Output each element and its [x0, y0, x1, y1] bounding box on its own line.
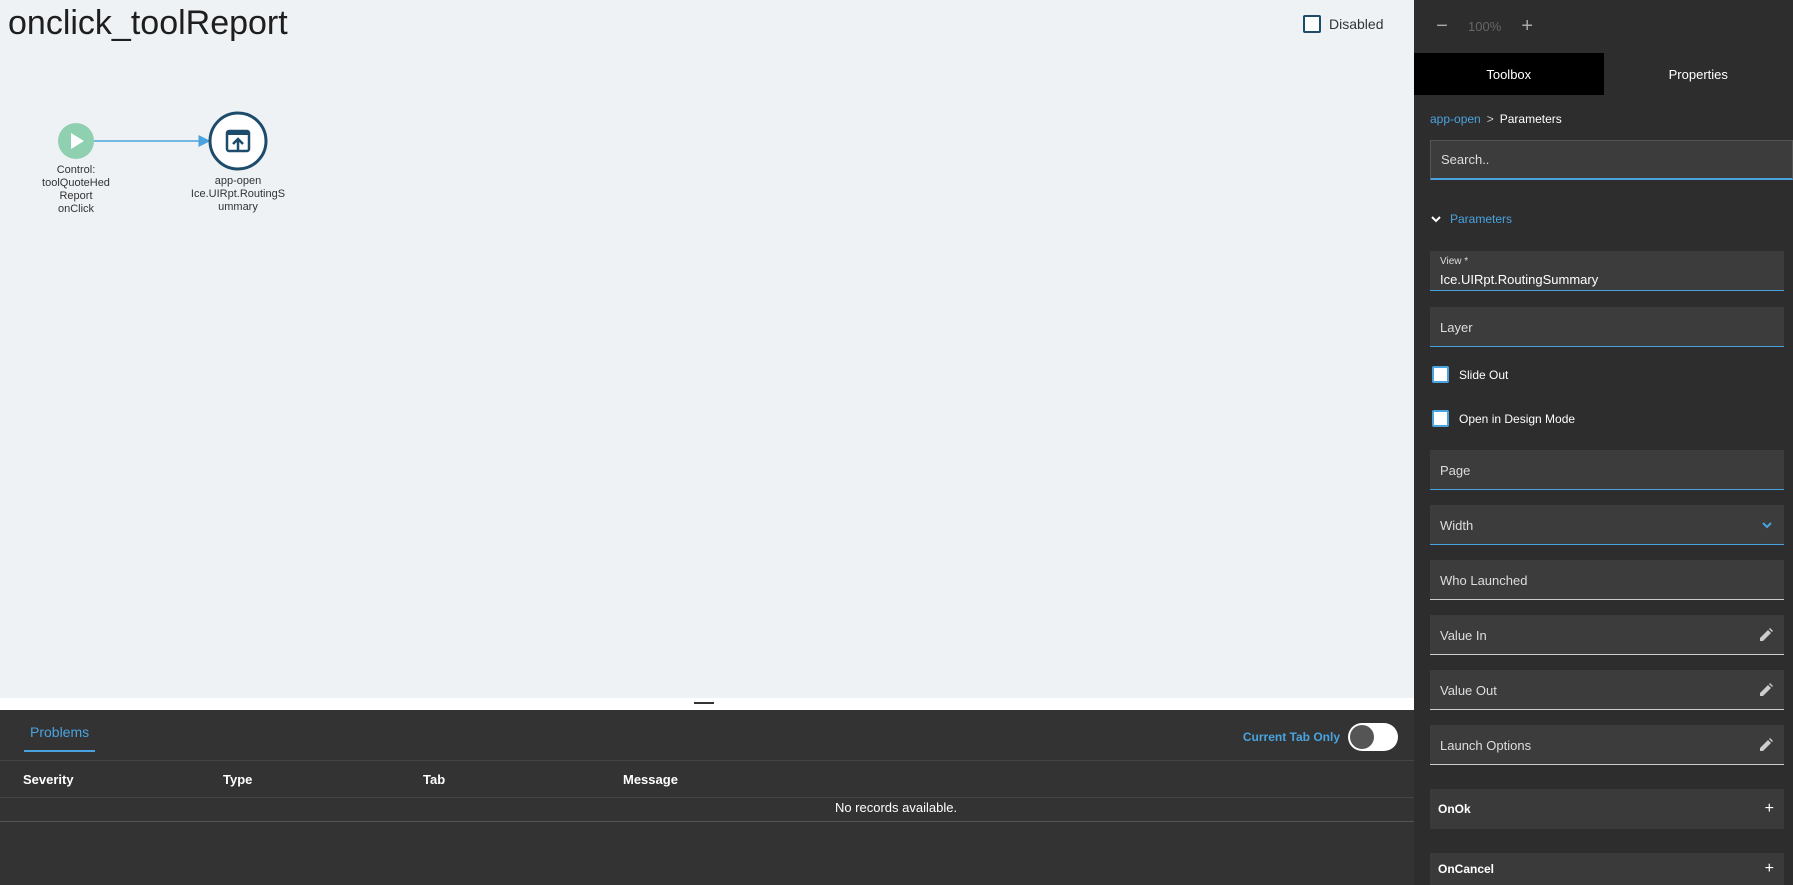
- start-node-label: Control: toolQuoteHed Report onClick: [36, 164, 116, 216]
- breadcrumb: app-open > Parameters: [1430, 112, 1562, 126]
- flow-canvas[interactable]: onclick_toolReport Disabled Control: too…: [0, 0, 1414, 698]
- who-launched-field[interactable]: Who Launched: [1430, 560, 1784, 600]
- disabled-checkbox-box[interactable]: [1303, 15, 1321, 33]
- page-field[interactable]: Page: [1430, 450, 1784, 490]
- right-panel: − 100% + Toolbox Properties app-open > P…: [1414, 0, 1793, 885]
- add-on-ok-button[interactable]: +: [1765, 800, 1774, 818]
- tab-toolbox[interactable]: Toolbox: [1414, 53, 1604, 95]
- current-tab-only-toggle[interactable]: [1348, 723, 1398, 751]
- column-header-tab[interactable]: Tab: [423, 772, 445, 787]
- column-header-message[interactable]: Message: [623, 772, 678, 787]
- design-mode-label: Open in Design Mode: [1459, 411, 1576, 426]
- width-select-label: Width: [1440, 518, 1474, 533]
- column-header-type[interactable]: Type: [223, 772, 252, 787]
- app-open-node-label-line: app-open: [214, 175, 262, 187]
- tab-properties[interactable]: Properties: [1603, 53, 1793, 95]
- app-open-node[interactable]: [208, 111, 268, 171]
- panel-tabs: Toolbox Properties: [1414, 53, 1793, 95]
- column-header-severity[interactable]: Severity: [23, 772, 74, 787]
- width-select[interactable]: Width: [1430, 505, 1784, 545]
- parameters-section-label: Parameters: [1450, 212, 1513, 226]
- zoom-bar: − 100% +: [1414, 0, 1793, 52]
- on-cancel-event-row[interactable]: OnCancel +: [1430, 853, 1784, 885]
- value-out-label: Value Out: [1440, 683, 1497, 698]
- zoom-in-button[interactable]: +: [1519, 15, 1535, 38]
- start-node[interactable]: [58, 123, 94, 159]
- splitter-handle-icon[interactable]: [694, 702, 714, 704]
- view-field-label: View *: [1440, 256, 1469, 267]
- flow-diagram: [58, 111, 268, 171]
- layer-field[interactable]: Layer: [1430, 307, 1784, 347]
- chevron-down-icon: [1431, 216, 1441, 223]
- start-node-label-line: toolQuoteHed: [42, 177, 110, 189]
- add-on-cancel-button[interactable]: +: [1765, 860, 1774, 878]
- start-node-label-line: Report: [59, 190, 93, 202]
- breadcrumb-link-app-open[interactable]: app-open: [1430, 112, 1481, 126]
- view-field[interactable]: View * Ice.UIRpt.RoutingSummary: [1430, 251, 1784, 291]
- design-mode-checkbox[interactable]: Open in Design Mode: [1432, 410, 1575, 427]
- toggle-knob: [1350, 725, 1374, 749]
- start-node-label-line: onClick: [57, 203, 95, 215]
- app-open-node-label-line: ummary: [218, 201, 258, 213]
- launch-options-label: Launch Options: [1440, 738, 1532, 753]
- pencil-icon[interactable]: [1758, 627, 1774, 643]
- value-in-field[interactable]: Value In: [1430, 615, 1784, 655]
- slide-out-label: Slide Out: [1459, 367, 1509, 382]
- disabled-checkbox[interactable]: Disabled: [1303, 15, 1383, 33]
- app-open-node-label: app-open Ice.UIRpt.RoutingS ummary: [188, 175, 288, 214]
- page-field-label: Page: [1440, 463, 1471, 478]
- panel-splitter[interactable]: [0, 698, 1414, 710]
- zoom-out-button[interactable]: −: [1434, 15, 1450, 38]
- pencil-icon[interactable]: [1758, 682, 1774, 698]
- launch-options-field[interactable]: Launch Options: [1430, 725, 1784, 765]
- design-mode-checkbox-box[interactable]: [1432, 410, 1449, 427]
- on-cancel-label: OnCancel: [1438, 862, 1495, 876]
- current-tab-only-label: Current Tab Only: [1242, 730, 1340, 744]
- on-ok-label: OnOk: [1438, 802, 1471, 816]
- search-input[interactable]: [1430, 140, 1793, 180]
- value-in-label: Value In: [1440, 628, 1487, 643]
- start-node-label-line: Control:: [56, 164, 96, 176]
- view-field-value[interactable]: Ice.UIRpt.RoutingSummary: [1440, 272, 1598, 287]
- table-divider: [0, 821, 1414, 822]
- on-ok-event-row[interactable]: OnOk +: [1430, 789, 1784, 829]
- layer-field-label: Layer: [1440, 320, 1473, 335]
- problems-panel: Problems Current Tab Only Severity Type …: [0, 710, 1414, 885]
- slide-out-checkbox-box[interactable]: [1432, 366, 1449, 383]
- breadcrumb-separator: >: [1486, 112, 1494, 126]
- tab-problems[interactable]: Problems: [24, 724, 96, 752]
- value-out-field[interactable]: Value Out: [1430, 670, 1784, 710]
- zoom-level: 100%: [1468, 18, 1502, 34]
- app-open-node-label-line: Ice.UIRpt.RoutingS: [190, 188, 286, 200]
- slide-out-checkbox[interactable]: Slide Out: [1432, 366, 1508, 383]
- current-tab-only-control[interactable]: Current Tab Only: [1243, 723, 1398, 751]
- pencil-icon[interactable]: [1758, 737, 1774, 753]
- parameters-section-header[interactable]: Parameters: [1430, 212, 1512, 226]
- who-launched-label: Who Launched: [1440, 573, 1528, 588]
- breadcrumb-current: Parameters: [1499, 112, 1562, 126]
- chevron-down-icon: [1762, 522, 1772, 529]
- problems-table-header: Severity Type Tab Message: [0, 760, 1414, 798]
- disabled-label: Disabled: [1329, 16, 1384, 32]
